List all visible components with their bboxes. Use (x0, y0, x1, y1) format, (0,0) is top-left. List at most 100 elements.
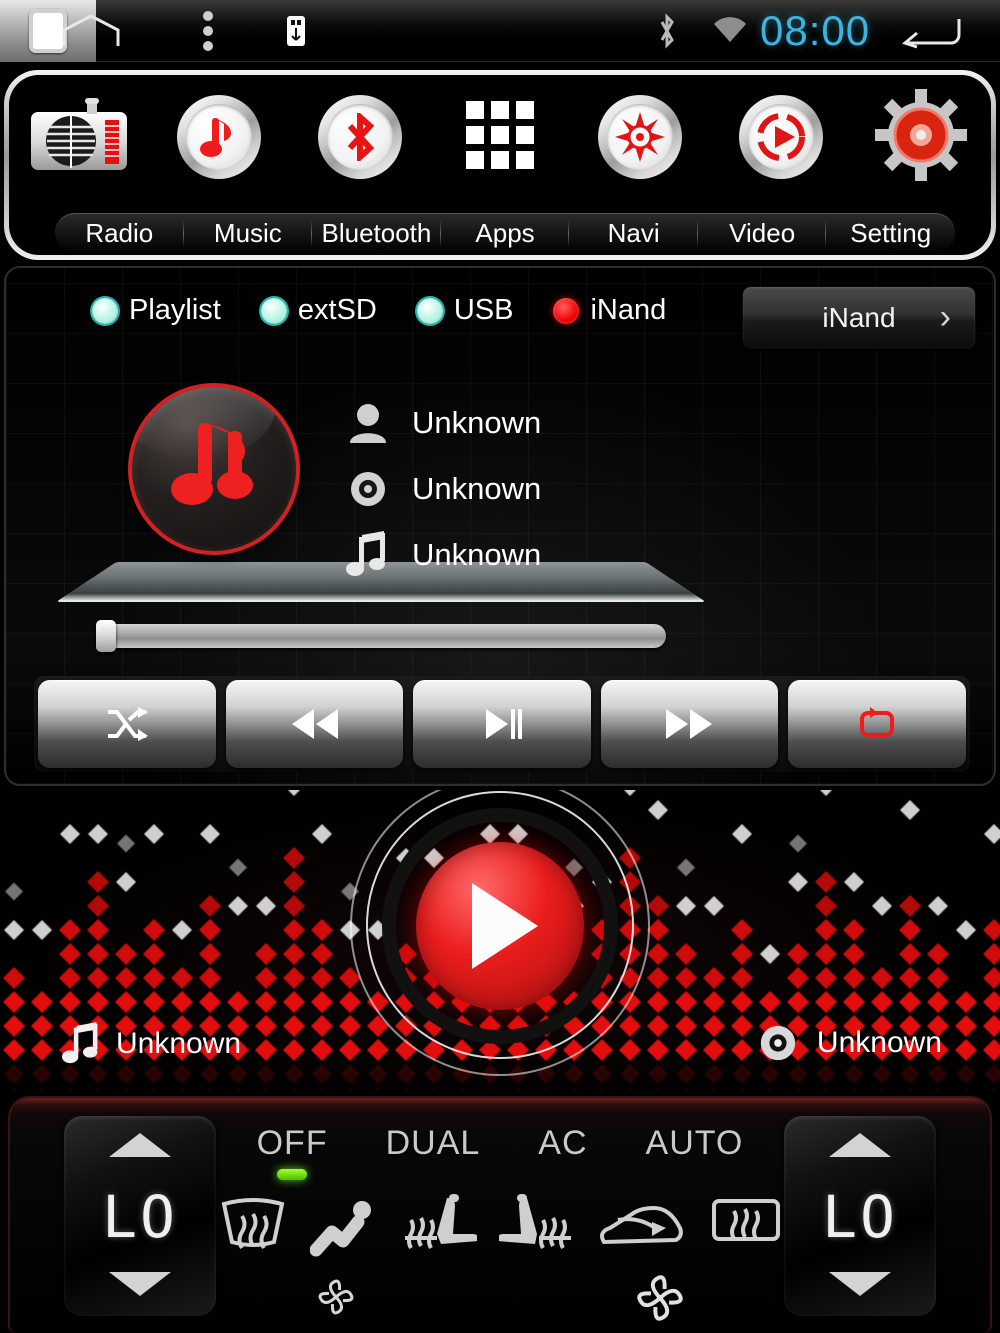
nav-label-music[interactable]: Music (184, 214, 313, 253)
climate-mode-off-label: OFF (256, 1123, 328, 1162)
visualizer-album-info: Unknown (757, 1022, 942, 1064)
album-disc-icon (351, 472, 385, 506)
source-option-playlist[interactable]: Playlist (92, 294, 221, 327)
shuffle-icon (107, 707, 148, 741)
shuffle-button[interactable] (38, 680, 216, 768)
seek-track (96, 624, 666, 648)
main-nav: Radio Music Bluetooth Apps Navi Video Se… (4, 70, 996, 260)
nav-item-video[interactable] (710, 81, 850, 193)
climate-mode-auto[interactable]: AUTO (646, 1124, 744, 1163)
radio-led-extsd (260, 297, 287, 324)
chevron-right-icon: › (939, 298, 951, 336)
music-note-icon (177, 95, 262, 179)
next-button[interactable] (600, 680, 779, 768)
passenger-seat-heat-icon[interactable] (497, 1193, 573, 1265)
usb-icon (268, 0, 324, 62)
driver-temp-down-button[interactable] (107, 1269, 173, 1304)
radio-led-playlist (92, 297, 118, 324)
radio-led-inand (553, 297, 580, 324)
video-play-icon (738, 95, 823, 179)
source-option-usb[interactable]: USB (416, 294, 514, 327)
source-option-extsd[interactable]: extSD (260, 294, 377, 327)
climate-mode-ac[interactable]: AC (538, 1124, 587, 1163)
track-metadata: Unknown Unknown Unknown (346, 390, 866, 588)
visualizer-album-label: Unknown (816, 1026, 942, 1059)
passenger-temp-down-button[interactable] (827, 1269, 893, 1304)
nav-label-apps[interactable]: Apps (441, 214, 570, 253)
music-player-panel: Playlist extSD USB iNand iNand › Unknown… (4, 266, 996, 786)
transport-controls (34, 676, 970, 772)
repeat-icon (860, 707, 895, 737)
climate-off-indicator (277, 1168, 308, 1180)
home-icon[interactable] (52, 0, 130, 62)
climate-mode-auto-label: AUTO (645, 1123, 744, 1162)
radio-icon (25, 94, 133, 181)
album-disc-icon (760, 1025, 796, 1061)
airflow-body-icon[interactable] (309, 1196, 380, 1263)
source-selector: Playlist extSD USB iNand (92, 294, 666, 327)
radio-led-usb (416, 297, 443, 324)
gear-icon (874, 88, 967, 186)
front-defrost-icon[interactable] (218, 1196, 288, 1263)
status-bar: 08:00 (0, 0, 1000, 62)
source-browse-label: iNand (822, 301, 896, 333)
metadata-value-artist: Unknown (412, 405, 542, 440)
nav-item-music[interactable] (149, 81, 289, 193)
next-icon (665, 709, 712, 739)
source-label-extsd: extSD (297, 294, 377, 326)
fan-increase-button[interactable] (634, 1272, 686, 1329)
nav-label-radio[interactable]: Radio (55, 214, 184, 253)
source-browse-button[interactable]: iNand › (742, 286, 976, 349)
driver-temperature-control: LO (64, 1116, 216, 1316)
nav-label-navi[interactable]: Navi (569, 214, 698, 253)
audio-visualizer: Unknown Unknown (0, 790, 1000, 1090)
source-label-playlist: Playlist (129, 294, 221, 326)
nav-item-radio[interactable] (9, 81, 149, 193)
source-option-inand[interactable]: iNand (553, 294, 666, 327)
compass-icon (598, 95, 683, 179)
nav-item-bluetooth[interactable] (290, 81, 430, 193)
previous-button[interactable] (225, 680, 404, 768)
fan-decrease-icon (318, 1279, 354, 1315)
fan-decrease-button[interactable] (316, 1277, 356, 1322)
visualizer-track-info: Unknown (62, 1022, 241, 1066)
center-play-button[interactable] (416, 842, 584, 1010)
play-pause-button[interactable] (413, 680, 591, 768)
nav-label-bluetooth[interactable]: Bluetooth (312, 214, 441, 253)
air-recirculation-icon[interactable] (596, 1202, 688, 1257)
seek-thumb[interactable] (96, 620, 116, 652)
track-note-icon (62, 1022, 98, 1064)
metadata-row-album: Unknown (346, 456, 866, 522)
repeat-button[interactable] (788, 680, 966, 768)
climate-mode-off[interactable]: OFF (256, 1123, 328, 1180)
fan-increase-icon (637, 1275, 683, 1321)
nav-icon-row (9, 81, 991, 193)
nav-label-row: Radio Music Bluetooth Apps Navi Video Se… (55, 213, 955, 253)
main-nav-inner: Radio Music Bluetooth Apps Navi Video Se… (9, 75, 991, 255)
status-clock: 08:00 (760, 7, 871, 54)
metadata-value-album: Unknown (412, 471, 542, 506)
nav-label-video[interactable]: Video (698, 214, 827, 253)
climate-mode-dual-label: DUAL (385, 1123, 481, 1162)
metadata-value-track: Unknown (412, 537, 542, 572)
nav-label-setting[interactable]: Setting (826, 214, 955, 253)
bluetooth-icon (640, 0, 694, 62)
source-label-usb: USB (453, 294, 514, 326)
back-icon[interactable] (890, 0, 970, 62)
artist-icon (350, 404, 386, 443)
apps-grid-icon (464, 99, 536, 176)
track-note-icon (346, 531, 385, 576)
nav-item-setting[interactable] (851, 81, 991, 193)
overflow-menu-icon[interactable] (180, 0, 236, 62)
nav-item-navi[interactable] (570, 81, 710, 193)
nav-item-apps[interactable] (430, 81, 570, 193)
passenger-temp-up-button[interactable] (827, 1130, 893, 1165)
seek-bar[interactable] (96, 620, 666, 652)
driver-seat-heat-icon[interactable] (403, 1193, 479, 1265)
driver-temp-up-button[interactable] (107, 1130, 173, 1165)
rear-defrost-icon[interactable] (710, 1197, 782, 1262)
passenger-temperature-control: LO (784, 1116, 936, 1316)
climate-mode-dual[interactable]: DUAL (386, 1124, 481, 1163)
passenger-temp-value: LO (822, 1183, 898, 1251)
climate-mode-ac-label: AC (538, 1123, 588, 1162)
